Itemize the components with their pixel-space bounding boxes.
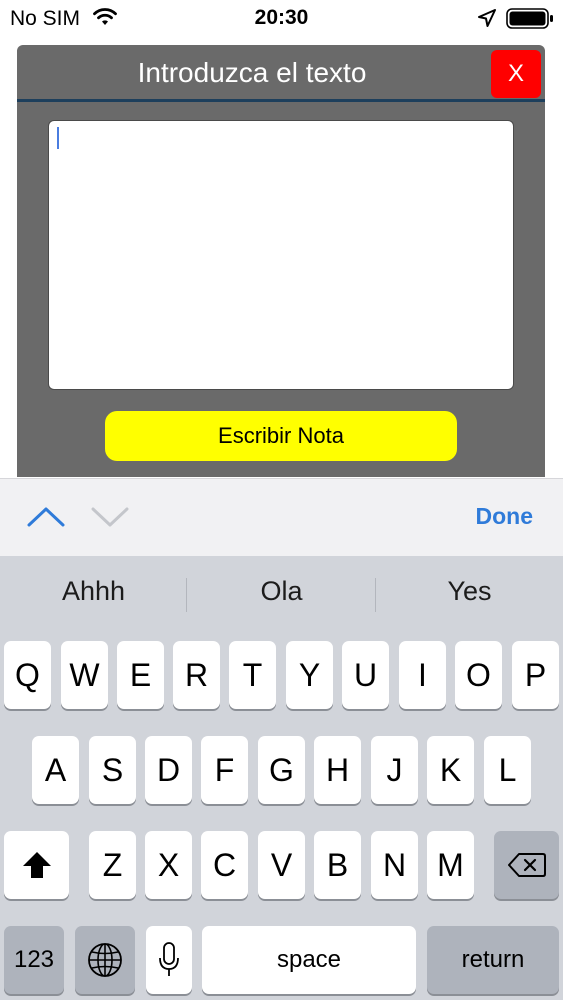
suggestion-3[interactable]: Yes <box>376 576 563 607</box>
key-u[interactable]: U <box>342 641 389 709</box>
key-v[interactable]: V <box>258 831 305 899</box>
key-l[interactable]: L <box>484 736 531 804</box>
key-p[interactable]: P <box>512 641 559 709</box>
globe-key[interactable] <box>75 926 135 994</box>
suggestion-1[interactable]: Ahhh <box>0 576 187 607</box>
keyboard: Ahhh Ola Yes Q W E R T Y U I O P A S D F… <box>0 556 563 1000</box>
close-button[interactable]: X <box>491 50 541 98</box>
key-j[interactable]: J <box>371 736 418 804</box>
key-q[interactable]: Q <box>4 641 51 709</box>
key-d[interactable]: D <box>145 736 192 804</box>
key-r[interactable]: R <box>173 641 220 709</box>
dictation-key[interactable] <box>146 926 192 994</box>
write-note-button[interactable]: Escribir Nota <box>105 411 457 461</box>
key-i[interactable]: I <box>399 641 446 709</box>
suggestion-divider <box>186 578 187 612</box>
key-t[interactable]: T <box>229 641 276 709</box>
keyboard-toolbar: Done <box>0 478 563 557</box>
key-h[interactable]: H <box>314 736 361 804</box>
key-x[interactable]: X <box>145 831 192 899</box>
note-textarea[interactable] <box>48 120 514 390</box>
key-e[interactable]: E <box>117 641 164 709</box>
key-m[interactable]: M <box>427 831 474 899</box>
key-s[interactable]: S <box>89 736 136 804</box>
shift-icon <box>22 852 51 878</box>
key-n[interactable]: N <box>371 831 418 899</box>
microphone-icon <box>159 942 179 976</box>
chevron-down-icon[interactable] <box>90 499 130 533</box>
text-cursor <box>57 127 59 149</box>
text-entry-dialog: Introduzca el texto X Escribir Nota <box>17 45 545 477</box>
key-f[interactable]: F <box>201 736 248 804</box>
key-a[interactable]: A <box>32 736 79 804</box>
backspace-icon <box>507 853 546 877</box>
key-z[interactable]: Z <box>89 831 136 899</box>
shift-key[interactable] <box>4 831 69 899</box>
suggestion-bar: Ahhh Ola Yes <box>0 556 563 628</box>
backspace-key[interactable] <box>494 831 559 899</box>
key-g[interactable]: G <box>258 736 305 804</box>
key-y[interactable]: Y <box>286 641 333 709</box>
globe-icon <box>88 943 122 977</box>
battery-icon <box>506 8 553 29</box>
done-button[interactable]: Done <box>476 503 534 530</box>
space-key[interactable]: space <box>202 926 416 994</box>
return-key[interactable]: return <box>427 926 559 994</box>
dialog-title: Introduzca el texto <box>137 57 367 88</box>
suggestion-2[interactable]: Ola <box>188 576 375 607</box>
status-bar: No SIM 20:30 <box>0 0 563 36</box>
key-k[interactable]: K <box>427 736 474 804</box>
key-o[interactable]: O <box>455 641 502 709</box>
key-w[interactable]: W <box>61 641 108 709</box>
numbers-key[interactable]: 123 <box>4 926 64 994</box>
dialog-divider <box>17 99 545 102</box>
key-b[interactable]: B <box>314 831 361 899</box>
dialog-header: Introduzca el texto X <box>17 45 545 99</box>
location-arrow-icon <box>478 9 496 27</box>
key-c[interactable]: C <box>201 831 248 899</box>
chevron-up-icon[interactable] <box>26 499 66 533</box>
